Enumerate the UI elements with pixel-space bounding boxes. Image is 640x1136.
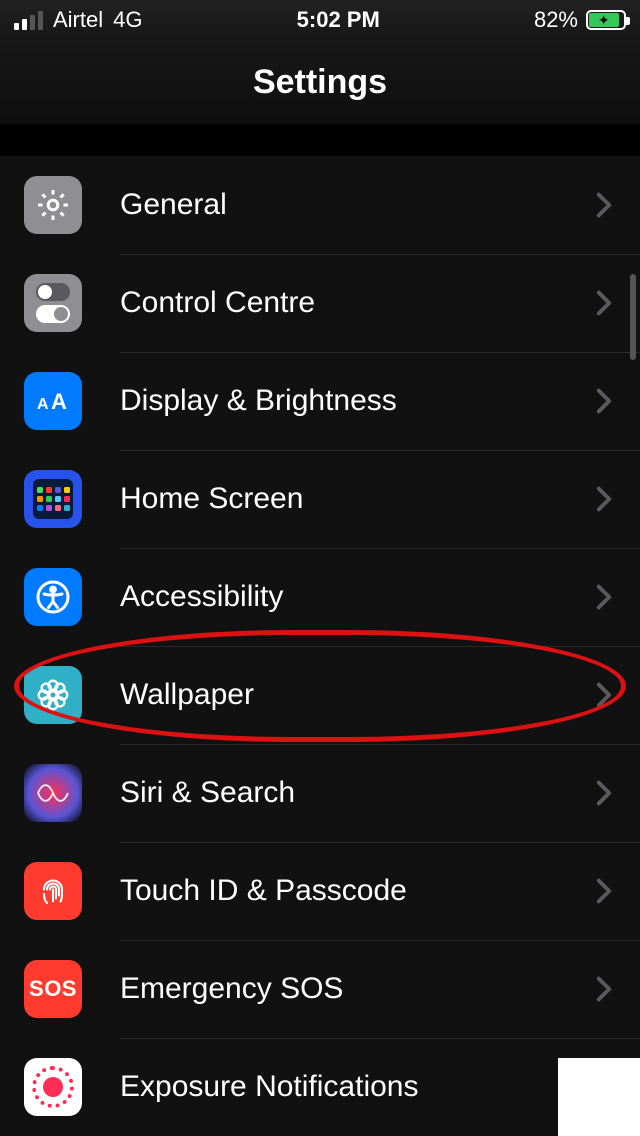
settings-row-control-centre[interactable]: Control Centre bbox=[0, 254, 640, 352]
row-label: Accessibility bbox=[120, 580, 596, 614]
chevron-right-icon bbox=[596, 192, 612, 218]
settings-row-home-screen[interactable]: Home Screen bbox=[0, 450, 640, 548]
flower-icon bbox=[24, 666, 82, 724]
row-label: Display & Brightness bbox=[120, 384, 596, 418]
settings-row-touch-id[interactable]: Touch ID & Passcode bbox=[0, 842, 640, 940]
exposure-icon bbox=[24, 1058, 82, 1116]
row-label: Emergency SOS bbox=[120, 972, 596, 1006]
siri-icon bbox=[24, 764, 82, 822]
row-label: Touch ID & Passcode bbox=[120, 874, 596, 908]
charging-bolt-icon: ✦ bbox=[598, 13, 610, 27]
status-left: Airtel 4G bbox=[14, 7, 142, 33]
section-gap bbox=[0, 124, 640, 156]
settings-row-exposure[interactable]: Exposure Notifications bbox=[0, 1038, 640, 1136]
settings-row-general[interactable]: General bbox=[0, 156, 640, 254]
settings-row-display[interactable]: AA Display & Brightness bbox=[0, 352, 640, 450]
status-bar: Airtel 4G 5:02 PM 82% ✦ bbox=[0, 0, 640, 40]
row-label: Home Screen bbox=[120, 482, 596, 516]
battery-icon: ✦ bbox=[586, 10, 626, 30]
scroll-indicator bbox=[630, 274, 636, 360]
chevron-right-icon bbox=[596, 486, 612, 512]
chevron-right-icon bbox=[596, 682, 612, 708]
fingerprint-icon bbox=[24, 862, 82, 920]
clock: 5:02 PM bbox=[297, 7, 380, 33]
nav-header: Settings bbox=[0, 40, 640, 124]
row-label: Control Centre bbox=[120, 286, 596, 320]
page-title: Settings bbox=[253, 63, 387, 102]
settings-screen: Airtel 4G 5:02 PM 82% ✦ Settings General bbox=[0, 0, 640, 1136]
gear-icon bbox=[24, 176, 82, 234]
settings-row-wallpaper[interactable]: Wallpaper bbox=[0, 646, 640, 744]
text-size-icon: AA bbox=[24, 372, 82, 430]
network-label: 4G bbox=[113, 7, 142, 33]
settings-row-accessibility[interactable]: Accessibility bbox=[0, 548, 640, 646]
settings-row-emergency-sos[interactable]: SOS Emergency SOS bbox=[0, 940, 640, 1038]
status-right: 82% ✦ bbox=[534, 7, 626, 33]
app-grid-icon bbox=[24, 470, 82, 528]
battery-percent: 82% bbox=[534, 7, 578, 33]
settings-list: General Control Centre AA Display & Brig… bbox=[0, 156, 640, 1136]
toggles-icon bbox=[24, 274, 82, 332]
chevron-right-icon bbox=[596, 290, 612, 316]
carrier-label: Airtel bbox=[53, 7, 103, 33]
chevron-right-icon bbox=[596, 584, 612, 610]
row-label: General bbox=[120, 188, 596, 222]
chevron-right-icon bbox=[596, 388, 612, 414]
settings-row-siri[interactable]: Siri & Search bbox=[0, 744, 640, 842]
svg-text:A: A bbox=[37, 396, 49, 413]
chevron-right-icon bbox=[596, 976, 612, 1002]
svg-text:A: A bbox=[51, 389, 67, 414]
accessibility-icon bbox=[24, 568, 82, 626]
overlay-patch bbox=[558, 1058, 640, 1136]
signal-strength-icon bbox=[14, 10, 43, 30]
row-label: Siri & Search bbox=[120, 776, 596, 810]
chevron-right-icon bbox=[596, 878, 612, 904]
sos-icon: SOS bbox=[24, 960, 82, 1018]
row-label: Wallpaper bbox=[120, 678, 596, 712]
row-label: Exposure Notifications bbox=[120, 1070, 596, 1104]
chevron-right-icon bbox=[596, 780, 612, 806]
